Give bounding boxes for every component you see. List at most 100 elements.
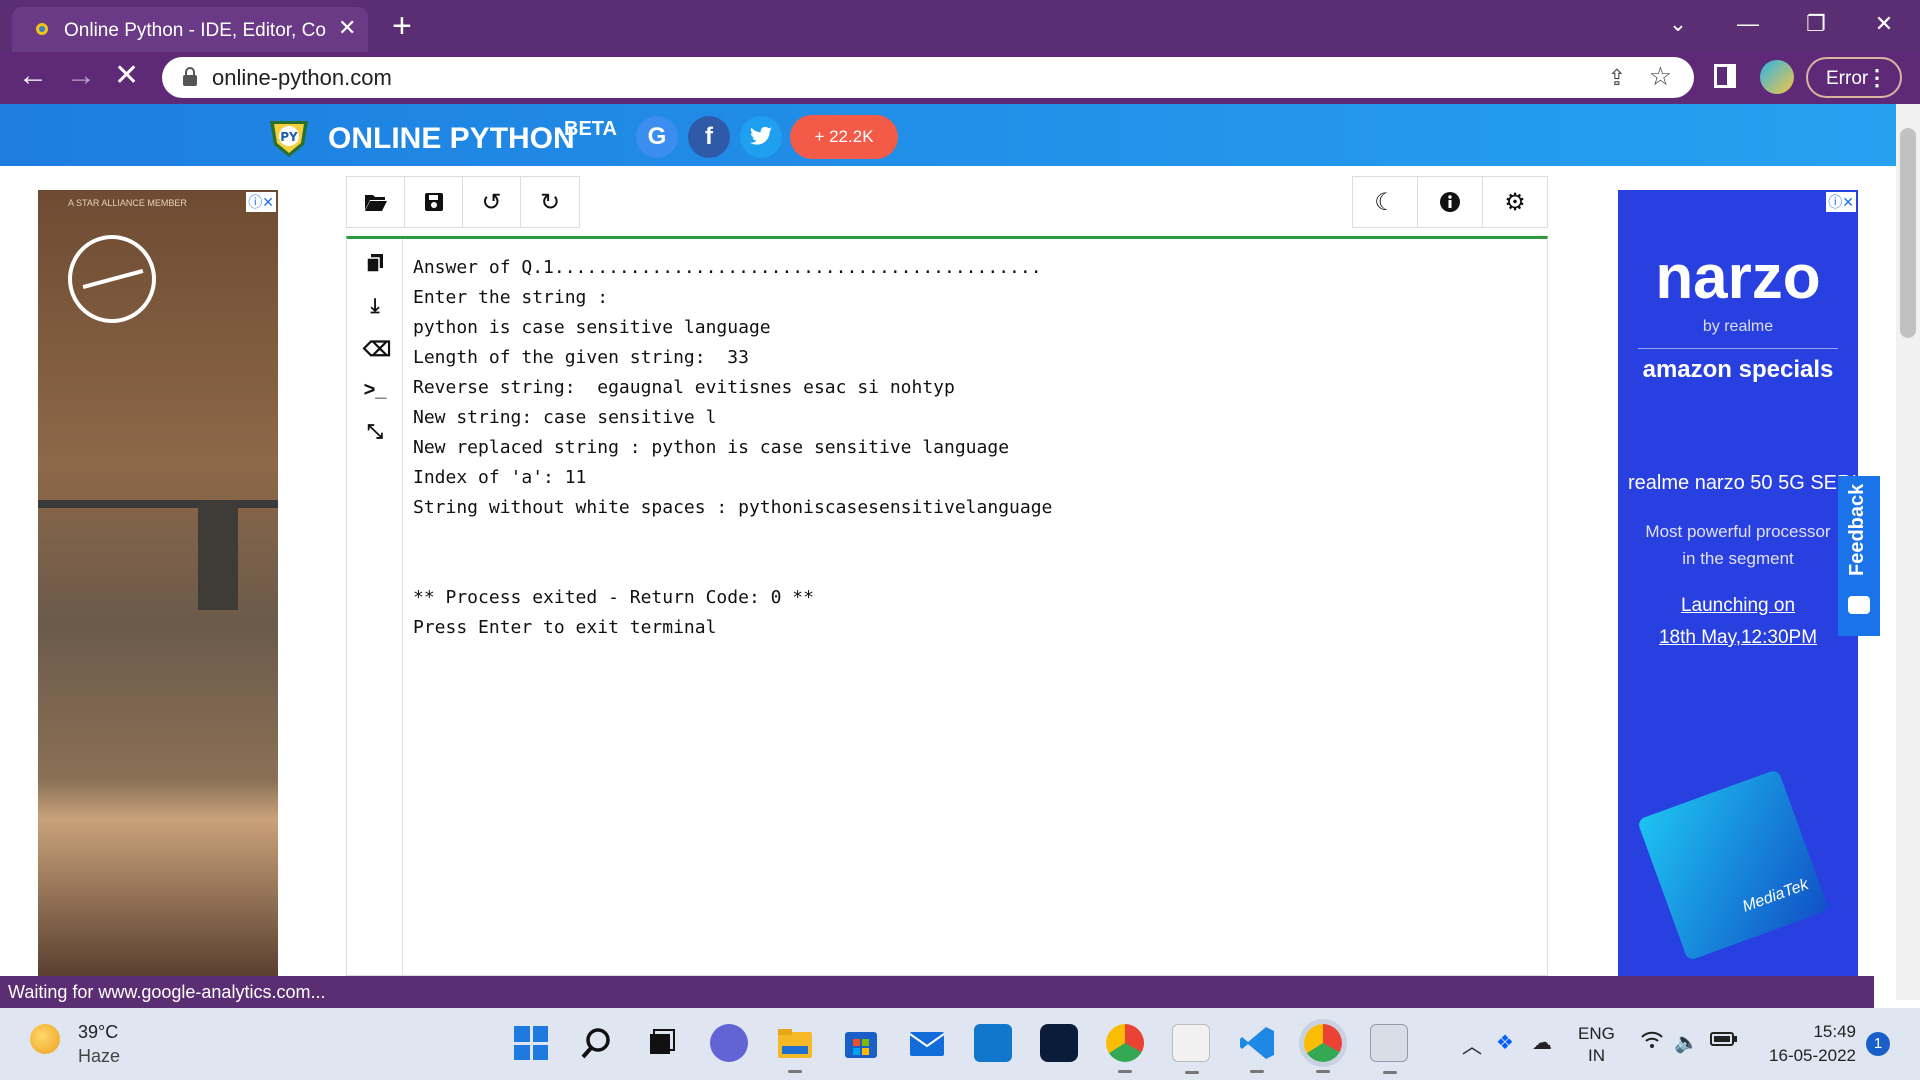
windows-start-icon[interactable]	[512, 1024, 550, 1062]
python-file-icon[interactable]	[1172, 1024, 1210, 1074]
info-icon[interactable]	[1418, 177, 1483, 227]
menu-dots-icon: ⋮	[1866, 65, 1888, 90]
profile-avatar[interactable]	[1760, 60, 1794, 94]
python-favicon-icon	[36, 23, 48, 35]
side-panel-icon[interactable]	[1714, 64, 1736, 88]
feedback-label: Feedback	[1846, 483, 1868, 576]
tab-close-icon[interactable]: ✕	[338, 15, 356, 41]
outlook-icon[interactable]	[974, 1024, 1012, 1062]
clock-time[interactable]: 15:49	[1760, 1022, 1856, 1042]
vscode-icon[interactable]	[1238, 1024, 1276, 1073]
terminal-line: String without white spaces : pythonisca…	[413, 497, 1053, 518]
compress-icon[interactable]: ⤡	[363, 421, 387, 445]
undo-icon[interactable]: ↺	[463, 177, 521, 227]
terminal-line: python is case sensitive language	[413, 317, 771, 338]
page-scrollbar[interactable]	[1896, 104, 1920, 1000]
error-button[interactable]: Error ⋮	[1806, 57, 1902, 98]
file-explorer-icon[interactable]	[776, 1024, 814, 1073]
terminal-line: ** Process exited - Return Code: 0 **	[413, 587, 814, 608]
notification-badge[interactable]: 1	[1866, 1032, 1890, 1056]
open-folder-icon[interactable]	[347, 177, 405, 227]
chrome-active-icon[interactable]	[1304, 1024, 1342, 1073]
launch-text: Launching on 18th May,12:30PM	[1618, 590, 1858, 654]
download-icon[interactable]: ⤓	[363, 295, 387, 319]
tab-search-icon[interactable]: ⌄	[1648, 4, 1708, 44]
search-icon[interactable]	[578, 1024, 616, 1062]
share-count-button[interactable]: + 22.2K	[790, 115, 898, 159]
dropbox-icon[interactable]: ❖	[1496, 1030, 1514, 1055]
url-text: online-python.com	[212, 65, 392, 90]
task-view-icon[interactable]	[642, 1024, 680, 1062]
terminal-panel[interactable]: ⤓ ⌫ >_ ⤡ Answer of Q.1..................…	[346, 236, 1548, 976]
volume-icon[interactable]: 🔈	[1674, 1030, 1699, 1055]
right-advertisement[interactable]: ⓘ✕ narzo by realme amazon specials realm…	[1618, 190, 1858, 976]
stop-loading-icon[interactable]: ✕	[114, 54, 139, 98]
terminal-output[interactable]: Answer of Q.1...........................…	[413, 253, 1533, 643]
processor-line-1: Most powerful processor	[1645, 522, 1831, 541]
terminal-line: Press Enter to exit terminal	[413, 617, 717, 638]
share-icon[interactable]: ⇪	[1608, 65, 1626, 91]
scrollbar-thumb[interactable]	[1900, 128, 1916, 338]
temperature[interactable]: 39°C	[78, 1022, 118, 1043]
onedrive-cloud-icon[interactable]: ☁	[1532, 1030, 1552, 1055]
redo-icon[interactable]: ↻	[521, 177, 579, 227]
view-actions: ☾ ⚙	[1352, 176, 1548, 228]
twitter-share-button[interactable]	[740, 116, 782, 158]
launch-line-2[interactable]: 18th May,12:30PM	[1618, 622, 1858, 654]
webex-icon[interactable]	[1040, 1024, 1078, 1062]
by-realme-text: by realme	[1702, 318, 1774, 335]
chrome-icon[interactable]	[1106, 1024, 1144, 1073]
airline-logo-icon	[68, 235, 156, 323]
save-icon[interactable]	[405, 177, 463, 227]
copy-icon[interactable]	[363, 253, 387, 277]
clock-date[interactable]: 16-05-2022	[1760, 1046, 1856, 1066]
terminal-line: New string: case sensitive l	[413, 407, 717, 428]
processor-line-2: in the segment	[1682, 549, 1794, 568]
lock-icon	[183, 67, 197, 86]
site-brand[interactable]: ONLINE PYTHON	[328, 122, 575, 156]
online-python-logo-icon: PY	[270, 121, 308, 157]
chat-icon[interactable]	[710, 1024, 748, 1062]
wifi-icon[interactable]	[1640, 1030, 1664, 1056]
battery-icon[interactable]	[1710, 1030, 1738, 1053]
terminal-sidebar: ⤓ ⌫ >_ ⤡	[347, 239, 403, 976]
python-idle-icon[interactable]	[1370, 1024, 1408, 1074]
weather-sun-icon[interactable]	[30, 1024, 60, 1054]
launch-line-1[interactable]: Launching on	[1618, 590, 1858, 622]
terminal-line: Length of the given string: 33	[413, 347, 749, 368]
close-window-button[interactable]: ✕	[1854, 4, 1914, 44]
bookmark-star-icon[interactable]: ☆	[1649, 61, 1672, 92]
processor-text: Most powerful processor in the segment	[1618, 518, 1858, 572]
eraser-icon[interactable]: ⌫	[363, 337, 391, 361]
mediatek-chip-image: MediaTek	[1636, 768, 1830, 962]
ad-close-icon[interactable]: ⓘ✕	[246, 192, 276, 212]
loading-status: Waiting for www.google-analytics.com...	[0, 976, 1874, 1008]
back-icon[interactable]: ←	[18, 54, 48, 98]
terminal-prompt-icon[interactable]: >_	[363, 379, 387, 403]
region-indicator[interactable]: IN	[1588, 1046, 1605, 1066]
error-label: Error	[1826, 68, 1869, 89]
tab-title: Online Python - IDE, Editor, Comp	[64, 20, 326, 41]
forward-icon[interactable]: →	[66, 54, 96, 98]
language-indicator[interactable]: ENG	[1578, 1024, 1615, 1044]
minimize-button[interactable]: —	[1718, 4, 1778, 44]
new-tab-button[interactable]: +	[392, 6, 412, 46]
dark-mode-moon-icon[interactable]: ☾	[1353, 177, 1418, 227]
weather-condition[interactable]: Haze	[78, 1046, 120, 1067]
ad-close-icon[interactable]: ⓘ✕	[1826, 192, 1856, 212]
restore-button[interactable]: ❐	[1786, 4, 1846, 44]
file-actions: ↺ ↻	[346, 176, 580, 228]
mail-icon[interactable]	[908, 1024, 946, 1062]
left-advertisement[interactable]: A STAR ALLIANCE MEMBER ⓘ✕	[38, 190, 278, 976]
google-share-button[interactable]: G	[636, 116, 678, 158]
beta-label: BETA	[564, 118, 617, 140]
settings-gears-icon[interactable]: ⚙	[1483, 177, 1547, 227]
address-bar[interactable]: online-python.com ⇪ ☆	[162, 57, 1694, 98]
browser-tab[interactable]: Online Python - IDE, Editor, Comp ✕	[12, 7, 368, 52]
facebook-share-button[interactable]: f	[688, 116, 730, 158]
store-icon[interactable]	[842, 1024, 880, 1062]
show-hidden-icons-chevron-icon[interactable]: ︿	[1462, 1030, 1482, 1059]
feedback-tab[interactable]: Feedback	[1838, 476, 1880, 636]
terminal-line: Answer of Q.1...........................…	[413, 257, 1042, 278]
